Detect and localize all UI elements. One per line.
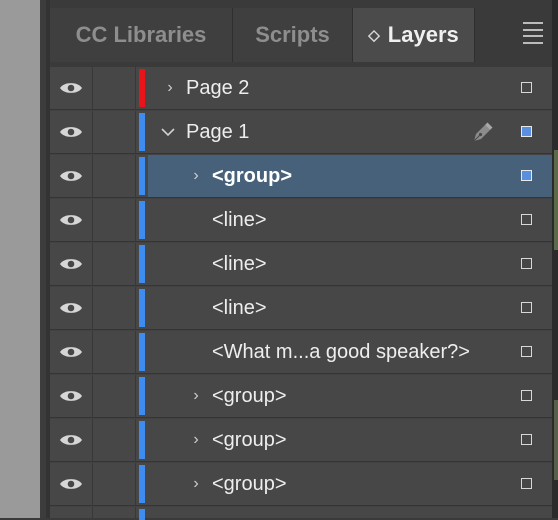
visibility-eye-icon[interactable] [50,331,93,373]
layer-row-group[interactable]: › <group> [50,419,552,462]
visibility-eye-icon[interactable] [50,287,93,329]
layer-row-partial [50,507,552,520]
selection-square-icon[interactable] [521,390,532,401]
lock-toggle[interactable] [93,199,136,241]
visibility-eye-icon[interactable] [50,67,93,109]
selection-square-icon[interactable] [521,126,532,137]
layer-row-line[interactable]: <line> [50,287,552,330]
layer-color-swatch [139,69,145,107]
layer-label-area[interactable]: › <group> [148,419,552,461]
layer-color-swatch [139,377,145,415]
layer-name: <line> [212,209,267,231]
visibility-eye-icon[interactable] [50,463,93,505]
canvas-edge-right [552,0,558,518]
visibility-eye-icon[interactable] [50,155,93,197]
lock-toggle[interactable] [93,463,136,505]
tab-cc-libraries[interactable]: CC Libraries [50,8,233,62]
lock-toggle[interactable] [93,287,136,329]
layer-row-group[interactable]: › <group> [50,463,552,506]
layer-name: <group> [212,473,287,495]
layer-color-swatch [139,157,145,195]
layer-row-text-frame[interactable]: <What m...a good speaker?> [50,331,552,374]
layer-label-area[interactable]: › Page 2 [148,67,552,109]
layer-row-line[interactable]: <line> [50,243,552,286]
layer-label-area[interactable]: › <group> [148,375,552,417]
layer-row-group[interactable]: › <group> [50,375,552,418]
expand-chevron-icon[interactable]: › [188,155,204,197]
layer-label-area[interactable]: › <group> [148,155,552,197]
visibility-eye-icon[interactable] [50,199,93,241]
layer-color-swatch [139,113,145,151]
tab-scripts[interactable]: Scripts [233,8,353,62]
layers-list: › Page 2 Page 1 › <group> <line> <line> … [50,67,552,520]
layer-label-area[interactable]: › <group> [148,463,552,505]
visibility-eye-icon[interactable] [50,243,93,285]
selection-square-icon[interactable] [521,258,532,269]
selection-square-icon[interactable] [521,478,532,489]
expand-chevron-icon[interactable]: › [188,375,204,417]
layer-name: Page 1 [186,121,250,143]
layer-name: <group> [212,165,293,187]
lock-toggle[interactable] [93,67,136,109]
layer-name: <group> [212,429,287,451]
expand-chevron-icon[interactable]: › [162,67,178,109]
selection-square-icon[interactable] [521,214,532,225]
layer-name: <What m...a good speaker?> [212,341,470,363]
pen-icon [473,122,493,142]
layer-label-area[interactable]: <line> [148,287,552,329]
layer-color-swatch [139,201,145,239]
layer-color-swatch [139,333,145,371]
document-canvas-edge [0,0,40,518]
selection-square-icon[interactable] [521,434,532,445]
selection-square-icon[interactable] [521,346,532,357]
layer-name: Page 2 [186,77,250,99]
tab-layers[interactable]: ◇ Layers [353,8,475,62]
layer-row-page-2[interactable]: › Page 2 [50,67,552,110]
tab-expand-icon: ◇ [368,27,380,44]
panel-menu-icon[interactable] [520,22,546,44]
panel-tab-bar: CC Libraries Scripts ◇ Layers [50,0,552,62]
tab-label: Scripts [255,22,330,47]
visibility-eye-icon[interactable] [50,111,93,153]
layer-color-swatch [139,509,145,520]
layer-color-swatch [139,245,145,283]
layer-row-line[interactable]: <line> [50,199,552,242]
selection-square-icon[interactable] [521,302,532,313]
layer-row-group-selected[interactable]: › <group> [50,155,552,198]
expand-chevron-icon[interactable]: › [188,419,204,461]
lock-toggle[interactable] [93,155,136,197]
layer-label-area[interactable]: <line> [148,243,552,285]
layer-label-area[interactable]: <line> [148,199,552,241]
lock-toggle[interactable] [93,419,136,461]
layer-label-area[interactable]: <What m...a good speaker?> [148,331,552,373]
selection-square-icon[interactable] [521,82,532,93]
lock-toggle[interactable] [93,331,136,373]
visibility-eye-icon[interactable] [50,419,93,461]
layer-color-swatch [139,289,145,327]
lock-toggle[interactable] [93,375,136,417]
layer-color-swatch [139,465,145,503]
tab-label: CC Libraries [75,22,207,47]
layer-name: <group> [212,385,287,407]
lock-toggle[interactable] [93,111,136,153]
layer-color-swatch [139,421,145,459]
layer-name: <line> [212,297,267,319]
layer-row-page-1[interactable]: Page 1 [50,111,552,154]
selection-square-icon[interactable] [521,170,532,181]
expand-chevron-icon[interactable]: › [188,463,204,505]
lock-toggle[interactable] [93,243,136,285]
tab-label: Layers [387,22,459,47]
collapse-chevron-icon[interactable] [160,111,176,153]
layer-name: <line> [212,253,267,275]
visibility-eye-icon[interactable] [50,375,93,417]
